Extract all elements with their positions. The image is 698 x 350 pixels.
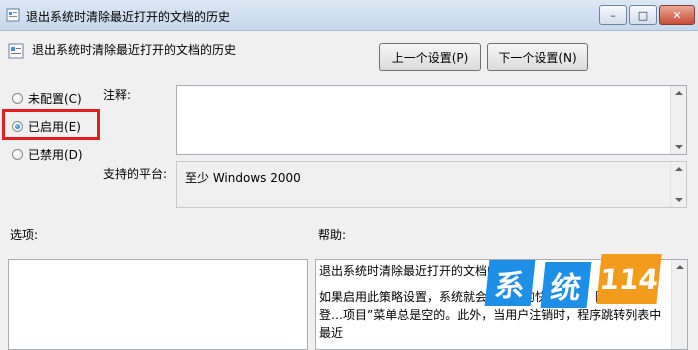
watermark-char-3: 114 <box>598 262 660 296</box>
previous-setting-button[interactable]: 上一个设置(P) <box>379 43 481 71</box>
supported-platform-value: 至少 Windows 2000 <box>185 171 301 185</box>
radio-not-configured[interactable]: 未配置(C) <box>12 90 82 107</box>
policy-setting-icon <box>8 43 24 59</box>
radio-label: 已禁用(D) <box>28 148 83 162</box>
scroll-down-arrow-icon[interactable] <box>675 198 683 202</box>
scroll-up-arrow-icon[interactable] <box>675 167 683 171</box>
comment-textarea[interactable] <box>176 85 687 155</box>
radio-circle[interactable] <box>12 149 23 160</box>
supported-platform-label: 支持的平台: <box>103 167 168 181</box>
close-button[interactable]: ✕ <box>659 5 695 25</box>
help-label: 帮助: <box>318 228 347 242</box>
next-setting-button[interactable]: 下一个设置(N) <box>487 43 588 71</box>
comment-scrollbar[interactable] <box>670 86 686 154</box>
next-setting-label: 下一个设置(N) <box>498 50 577 65</box>
policy-name: 退出系统时清除最近打开的文档的历史 <box>32 43 237 57</box>
platform-scrollbar[interactable] <box>670 162 686 207</box>
radio-label: 未配置(C) <box>28 92 82 106</box>
scroll-up-arrow-icon[interactable] <box>675 91 683 95</box>
enabled-highlight-box <box>2 109 100 140</box>
scroll-down-arrow-icon[interactable] <box>675 145 683 149</box>
minimize-button[interactable]: – <box>599 5 627 25</box>
title-bar: 退出系统时清除最近打开的文档的历史 – □ ✕ <box>0 0 698 31</box>
radio-circle[interactable] <box>12 93 23 104</box>
watermark-logo: 系 统 114 <box>484 248 687 318</box>
previous-setting-label: 上一个设置(P) <box>391 50 469 65</box>
close-icon: ✕ <box>672 8 682 22</box>
maximize-icon: □ <box>637 8 649 22</box>
maximize-button[interactable]: □ <box>629 5 657 25</box>
watermark-char-1: 系 <box>492 269 527 304</box>
comment-label: 注释: <box>103 88 132 102</box>
policy-editor-icon <box>6 8 20 22</box>
watermark-tile-2: 统 <box>540 262 592 308</box>
options-label: 选项: <box>10 228 39 242</box>
window-title: 退出系统时清除最近打开的文档的历史 <box>26 10 231 24</box>
supported-platform-box: 至少 Windows 2000 <box>176 161 687 208</box>
watermark-char-2: 统 <box>548 271 583 306</box>
minimize-icon: – <box>610 8 616 22</box>
watermark-tile-3: 114 <box>596 254 662 304</box>
radio-disabled[interactable]: 已禁用(D) <box>12 146 83 163</box>
watermark-tile-1: 系 <box>484 260 536 306</box>
options-pane[interactable] <box>8 259 308 350</box>
